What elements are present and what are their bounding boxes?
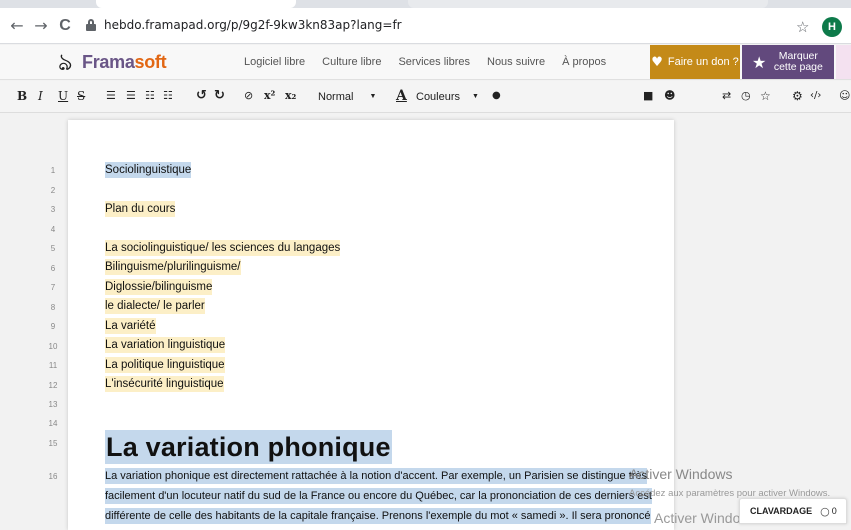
nav-link-services-libres[interactable]: Services libres: [398, 56, 470, 68]
line-number: 15: [48, 439, 58, 448]
side-panel-edge: [836, 45, 851, 79]
framasoft-logo-icon[interactable]: ঌ: [58, 49, 72, 75]
reload-icon[interactable]: C: [56, 16, 74, 36]
comment-icon[interactable]: ●: [492, 88, 501, 104]
windows-activation-title: Activer Windows: [629, 466, 733, 482]
indent-icon[interactable]: ☷: [145, 88, 155, 104]
outline-item[interactable]: Diglossie/bilinguisme: [105, 279, 213, 295]
users-icon[interactable]: ☻: [664, 88, 675, 104]
outline-item[interactable]: le dialecte/ le parler: [105, 298, 205, 314]
line-number: 14: [48, 419, 58, 428]
back-icon[interactable]: ←: [8, 16, 26, 36]
color-select[interactable]: Couleurs ▼: [416, 87, 479, 107]
bookmark-star-icon[interactable]: ☆: [796, 18, 809, 36]
address-bar[interactable]: hebdo.framapad.org/p/9g2f-9kw3kn83ap?lan…: [80, 14, 780, 38]
line-number: 1: [50, 166, 56, 175]
framasoft-logo[interactable]: Framasoft: [82, 52, 167, 73]
paragraph-line[interactable]: facilement d'un locuteur natif du sud de…: [105, 488, 652, 504]
line-number: 11: [48, 361, 58, 370]
underline-button[interactable]: U: [58, 88, 68, 104]
ordered-list-icon[interactable]: ☰: [106, 88, 116, 104]
outline-item[interactable]: Bilinguisme/plurilinguisme/: [105, 259, 241, 275]
line-number: 4: [50, 225, 56, 234]
chat-bubble-icon: ○: [820, 504, 830, 518]
browser-tab-strip: [0, 0, 851, 8]
unordered-list-icon[interactable]: ☰: [126, 88, 136, 104]
chat-count: 0: [831, 506, 837, 516]
video-icon[interactable]: ■: [643, 88, 653, 104]
line-number: 16: [48, 472, 58, 481]
section-heading[interactable]: La variation phonique: [105, 430, 392, 464]
clear-format-icon[interactable]: ⊘: [244, 88, 253, 104]
logo-suffix: soft: [134, 52, 167, 72]
undo-icon[interactable]: ↺: [196, 88, 207, 104]
paragraph-style-select[interactable]: Normal ▼: [318, 87, 376, 107]
line-number: 6: [50, 264, 56, 273]
outline-item[interactable]: La politique linguistique: [105, 357, 225, 373]
nav-link-logiciel-libre[interactable]: Logiciel libre: [244, 56, 305, 68]
heart-icon: ♥: [651, 54, 663, 70]
framasoft-nav: ঌ Framasoft Logiciel libre Culture libre…: [0, 45, 851, 80]
outline-item[interactable]: La sociolinguistique/ les sciences du la…: [105, 240, 341, 256]
logo-prefix: Frama: [82, 52, 135, 72]
nav-link-nous-suivre[interactable]: Nous suivre: [487, 56, 545, 68]
doc-plan-line[interactable]: Plan du cours: [105, 201, 176, 217]
nav-link-culture-libre[interactable]: Culture libre: [322, 56, 381, 68]
chat-label: CLAVARDAGE: [750, 506, 813, 516]
redo-icon[interactable]: ↻: [214, 88, 225, 104]
donate-label: Faire un don ?: [667, 56, 739, 68]
chat-button[interactable]: CLAVARDAGE ○ 0: [739, 498, 847, 524]
line-number: 5: [50, 244, 56, 253]
italic-button[interactable]: I: [38, 88, 43, 104]
superscript-icon[interactable]: x²: [264, 88, 275, 104]
text-color-icon[interactable]: A: [396, 88, 407, 104]
outline-item[interactable]: La variation linguistique: [105, 337, 226, 353]
bookmark-page-button[interactable]: ★ Marquer cette page: [742, 45, 834, 79]
outline-item[interactable]: La variété: [105, 318, 156, 334]
lock-icon[interactable]: [86, 19, 96, 31]
embed-code-icon[interactable]: ‹/›: [810, 88, 821, 104]
settings-gear-icon[interactable]: ⚙: [792, 88, 803, 104]
star-bookmark-icon[interactable]: ☆: [760, 88, 771, 104]
line-number: 12: [48, 381, 58, 390]
bookmark-page-label: Marquer cette page: [773, 50, 823, 73]
line-number: 3: [50, 205, 56, 214]
forward-icon[interactable]: →: [32, 16, 50, 36]
browser-tab[interactable]: [408, 0, 768, 8]
profile-avatar[interactable]: H: [822, 17, 842, 37]
donate-button[interactable]: ♥ Faire un don ?: [650, 45, 740, 79]
line-number: 10: [48, 342, 58, 351]
editor-toolbar: B I U S ☰ ☰ ☷ ☷ ↺ ↻ ⊘ x² x₂ Normal ▼ A Co…: [0, 81, 851, 113]
line-number: 7: [50, 283, 56, 292]
line-number: 9: [50, 322, 56, 331]
import-export-icon[interactable]: ⇄: [722, 88, 731, 104]
outline-item[interactable]: L'insécurité linguistique: [105, 376, 224, 392]
bold-button[interactable]: B: [17, 88, 27, 104]
history-icon[interactable]: ◷: [741, 88, 751, 104]
line-number: 2: [50, 186, 56, 195]
nav-links: Logiciel libre Culture libre Services li…: [244, 56, 623, 68]
browser-toolbar: ← → C hebdo.framapad.org/p/9g2f-9kw3kn83…: [0, 8, 851, 44]
url-text[interactable]: hebdo.framapad.org/p/9g2f-9kw3kn83ap?lan…: [104, 18, 402, 32]
star-icon: ★: [752, 52, 767, 72]
line-number: 8: [50, 303, 56, 312]
line-number: 13: [48, 400, 58, 409]
nav-link-a-propos[interactable]: À propos: [562, 56, 606, 68]
browser-tab-active[interactable]: [96, 0, 296, 8]
document-area: 1 2 3 4 5 6 7 8 9 10 11 12 13 14 15 16 S…: [0, 114, 851, 530]
doc-title-line[interactable]: Sociolinguistique: [105, 162, 192, 178]
user-list-icon[interactable]: ☺: [839, 88, 850, 104]
subscript-icon[interactable]: x₂: [285, 88, 296, 104]
paragraph-line[interactable]: La variation phonique est directement ra…: [105, 468, 648, 484]
strikethrough-button[interactable]: S: [77, 88, 85, 104]
outdent-icon[interactable]: ☷: [163, 88, 173, 104]
